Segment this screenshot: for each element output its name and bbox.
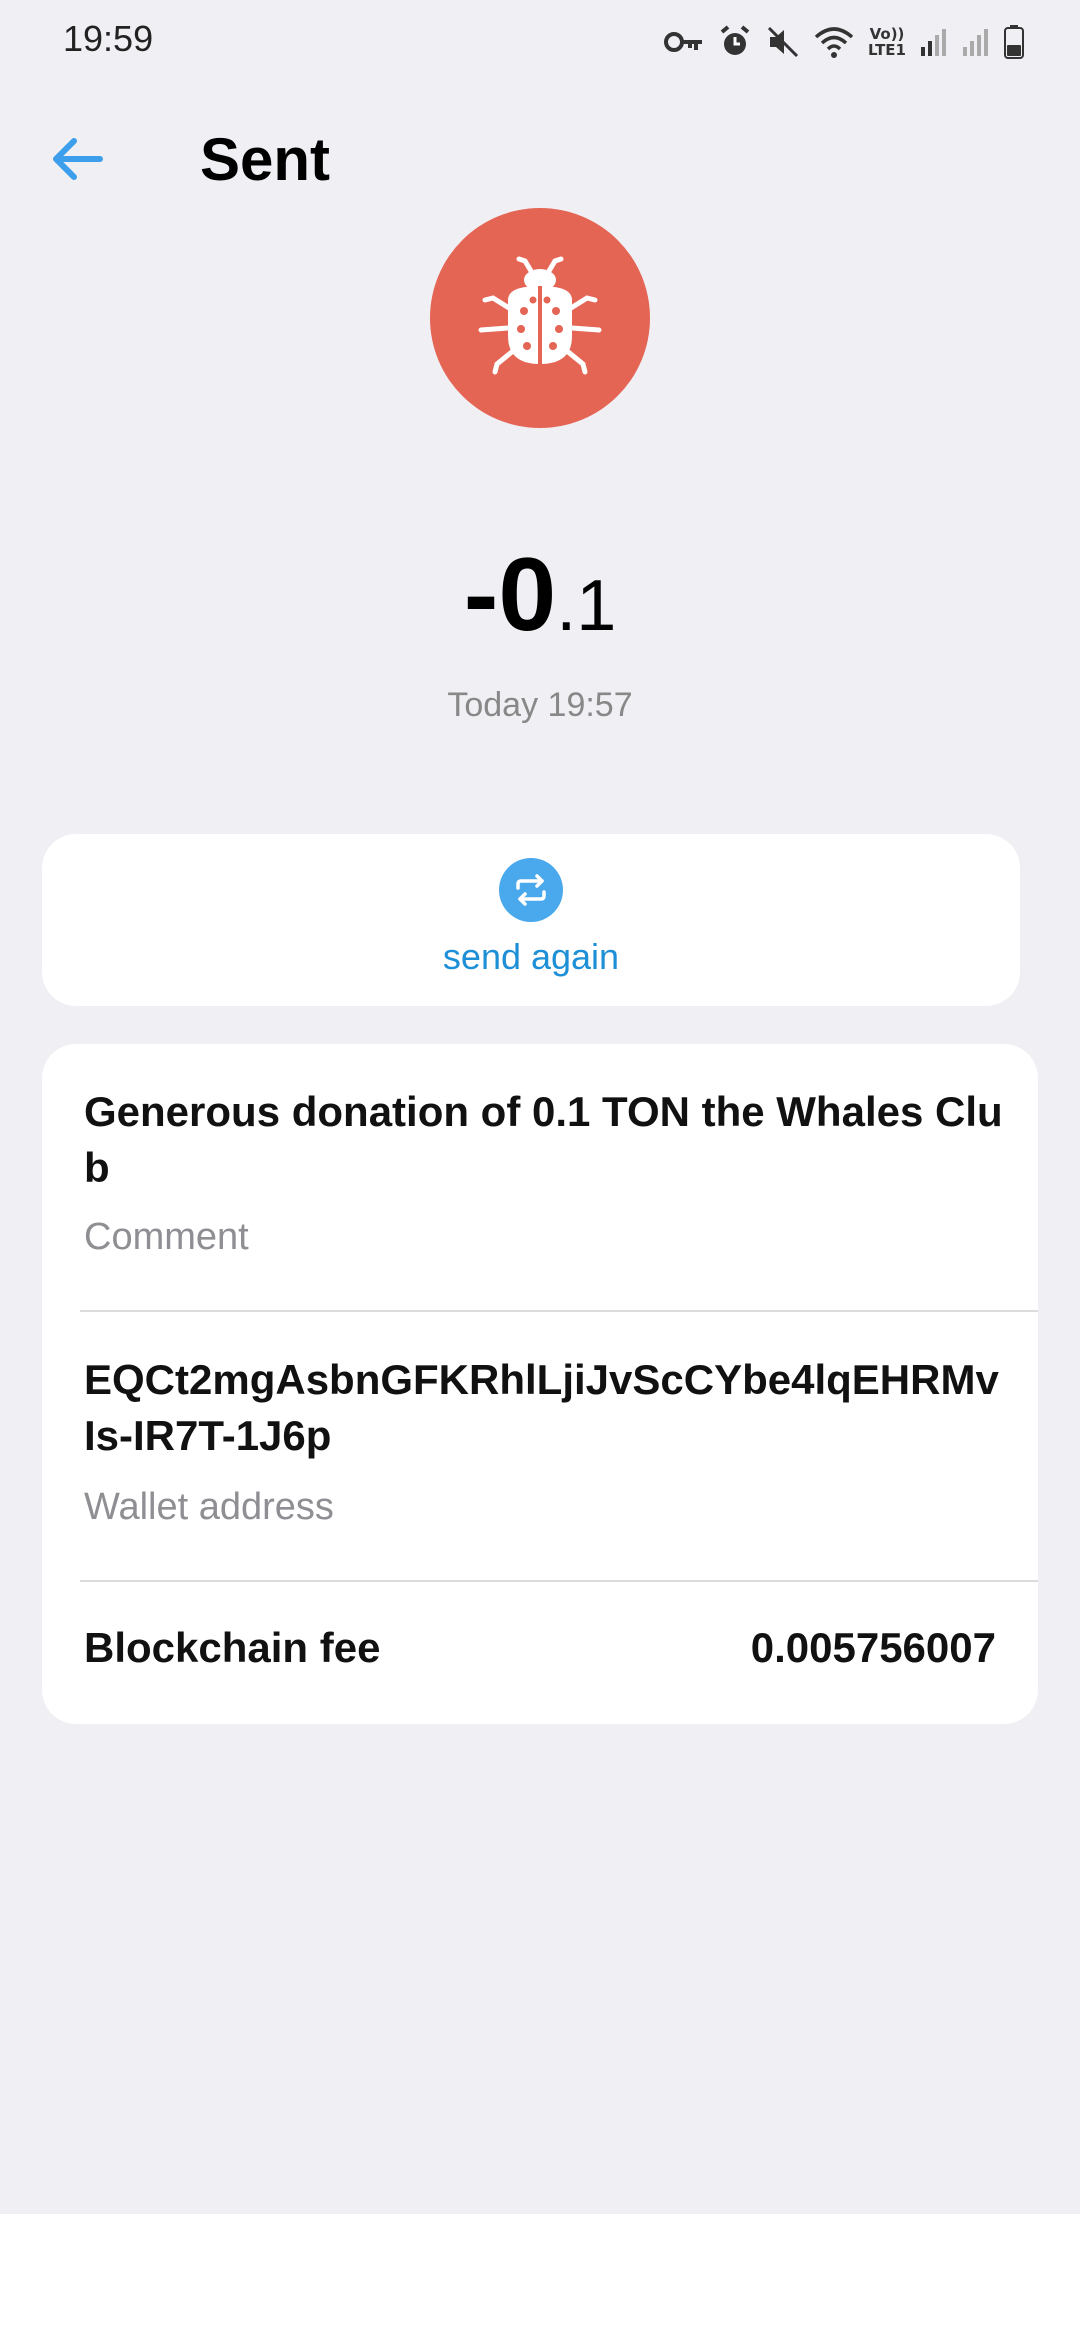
transaction-amount: -0.1 [0, 535, 1080, 686]
comment-value: Generous donation of 0.1 TON the Whales … [84, 1088, 1003, 1191]
send-again-button[interactable]: send again [42, 834, 1020, 1006]
transaction-date: Today 19:57 [447, 686, 633, 724]
recipient-avatar [430, 208, 650, 428]
battery-icon [1004, 25, 1024, 59]
comment-row[interactable]: Generous donation of 0.1 TON the Whales … [42, 1044, 1038, 1310]
wallet-address-value: EQCt2mgAsbnGFKRhlLjiJvScCYbe4lqEHRMvIs-I… [84, 1356, 999, 1459]
status-icons: Vo)) LTE1 [664, 20, 1024, 64]
blockchain-fee-label: Blockchain fee [84, 1624, 381, 1671]
volte-label: Vo)) [869, 25, 905, 43]
signal-icon [962, 27, 990, 57]
amount-fraction: .1 [556, 566, 617, 646]
volte-icon: Vo)) LTE1 [868, 26, 906, 58]
lte-label: LTE1 [868, 41, 906, 59]
bottom-bar [0, 2214, 1080, 2340]
arrow-left-icon [48, 135, 104, 188]
amount-integer: -0 [463, 537, 557, 653]
status-bar: 19:59 Vo)) LTE1 [0, 0, 1080, 80]
ladybug-icon [475, 256, 605, 381]
comment-label: Comment [84, 1216, 249, 1258]
alarm-icon [718, 25, 752, 59]
details-card: Generous donation of 0.1 TON the Whales … [42, 1044, 1038, 1724]
blockchain-fee-value: 0.005756007 [750, 1624, 996, 1671]
key-icon [664, 28, 704, 56]
signal-icon [920, 27, 948, 57]
wifi-icon [814, 25, 854, 59]
repeat-icon [499, 858, 563, 922]
mute-icon [766, 25, 800, 59]
wallet-address-label: Wallet address [84, 1486, 334, 1528]
divider [80, 1580, 1038, 1582]
top-bar: Sent [0, 110, 1080, 210]
send-again-label: send again [442, 936, 620, 977]
status-time: 19:59 [63, 18, 154, 59]
wallet-address-row[interactable]: EQCt2mgAsbnGFKRhlLjiJvScCYbe4lqEHRMvIs-I… [42, 1312, 1038, 1578]
back-button[interactable] [40, 125, 112, 197]
page-title: Sent [200, 126, 331, 193]
